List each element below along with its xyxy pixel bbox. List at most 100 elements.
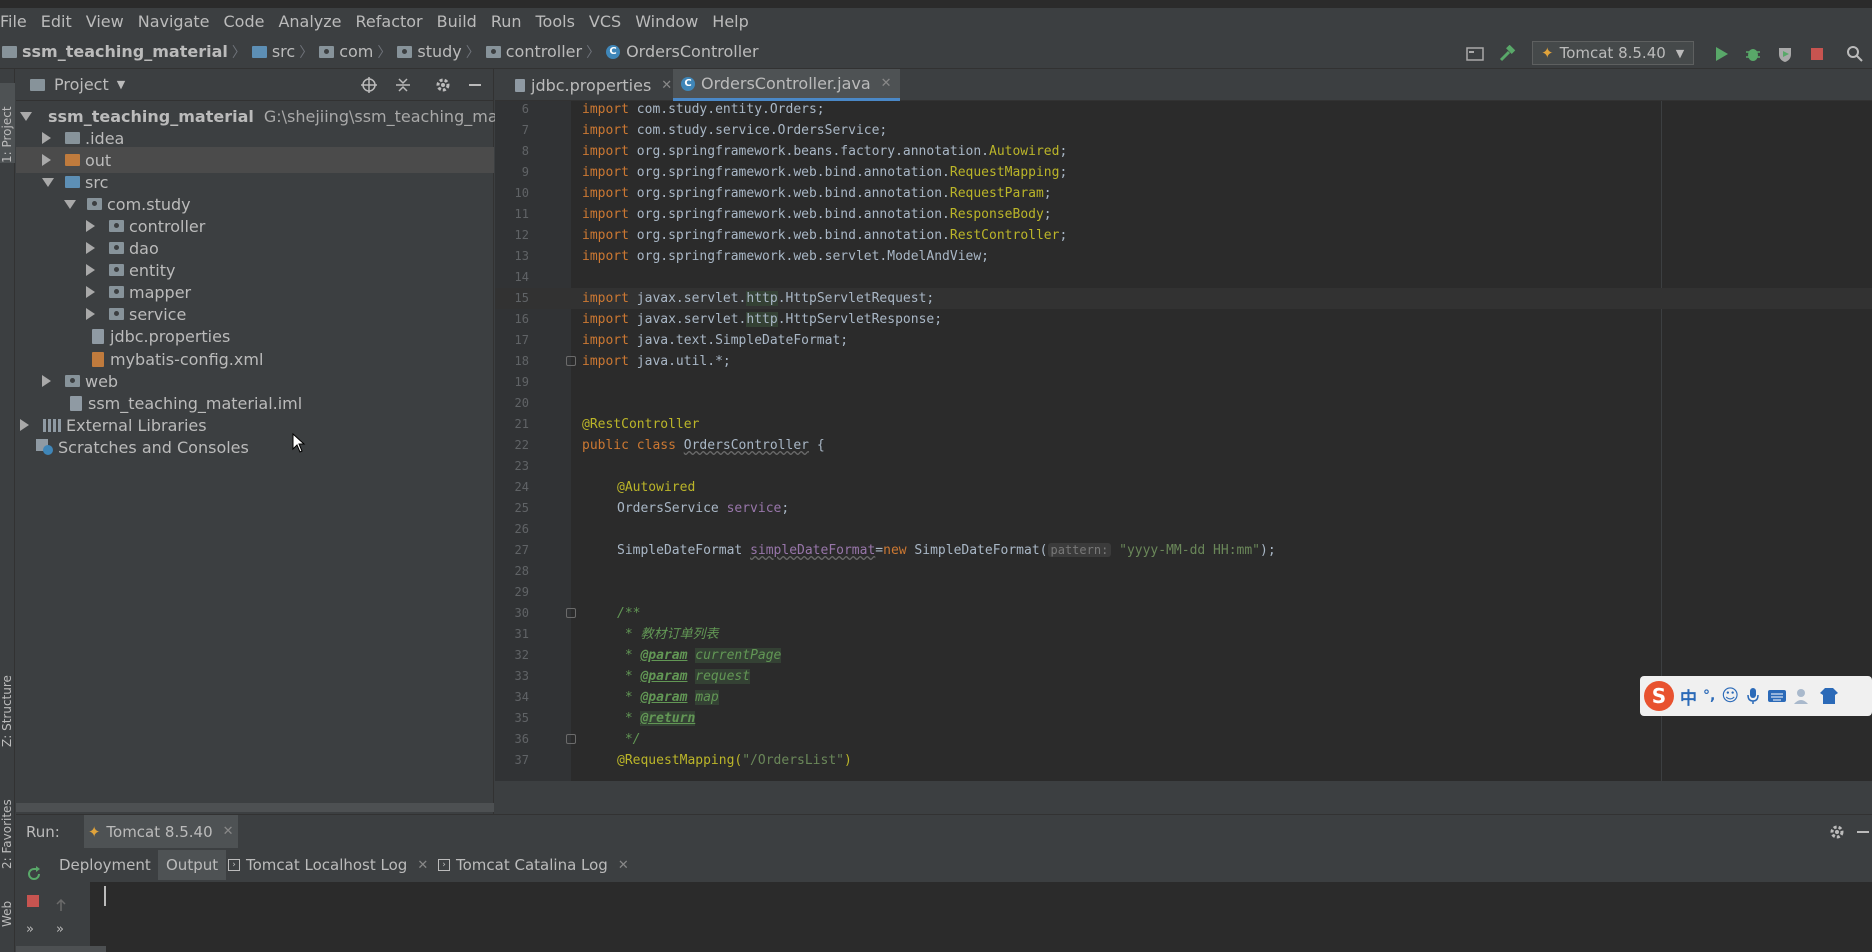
chevron-right-icon[interactable] bbox=[86, 220, 95, 232]
coverage-icon[interactable] bbox=[1776, 45, 1794, 63]
menu-navigate[interactable]: Navigate bbox=[131, 12, 217, 31]
chevron-right-icon[interactable] bbox=[86, 264, 95, 276]
chevron-down-icon: ▼ bbox=[1675, 46, 1685, 60]
chevron-down-icon[interactable] bbox=[20, 111, 32, 121]
project-view-select[interactable]: Project bbox=[54, 75, 109, 94]
code-line: 32 * @param currentPage bbox=[514, 648, 782, 663]
package-icon bbox=[397, 45, 413, 58]
tab-jdbc-properties[interactable]: jdbc.properties ✕ bbox=[507, 69, 680, 101]
chevron-right-icon[interactable] bbox=[42, 375, 51, 387]
module-folder-icon bbox=[2, 45, 17, 58]
collapse-all-icon[interactable] bbox=[394, 76, 412, 94]
code-line: 11 import org.springframework.web.bind.an… bbox=[514, 207, 1052, 222]
menu-vcs[interactable]: VCS bbox=[582, 12, 628, 31]
run-icon[interactable] bbox=[1712, 45, 1730, 63]
tab-favorites[interactable]: 2: Favorites bbox=[0, 759, 15, 869]
tab-output[interactable]: Output bbox=[158, 850, 227, 880]
tab-structure[interactable]: Z: Structure bbox=[0, 637, 15, 747]
run-configuration-select[interactable]: ✦ Tomcat 8.5.40 ▼ bbox=[1532, 41, 1694, 65]
code-line: 36 */ bbox=[514, 732, 641, 747]
gear-icon[interactable] bbox=[1828, 823, 1846, 841]
tab-project[interactable]: 1: Project bbox=[0, 83, 15, 163]
breadcrumb-item-orderscontroller[interactable]: C OrdersController bbox=[606, 42, 759, 61]
ime-mode-toggle[interactable]: 中 bbox=[1680, 684, 1697, 709]
ime-logo[interactable]: S bbox=[1644, 681, 1674, 711]
tab-web[interactable]: Web bbox=[0, 877, 15, 927]
log-icon: › bbox=[438, 859, 450, 871]
tree-item-scratches[interactable]: Scratches and Consoles bbox=[16, 434, 494, 460]
code-line-current: 15 import javax.servlet.http.HttpServletR… bbox=[495, 288, 1872, 309]
source-folder-icon bbox=[251, 45, 267, 58]
menu-analyze[interactable]: Analyze bbox=[271, 12, 348, 31]
build-hammer-icon[interactable] bbox=[1498, 45, 1516, 63]
close-icon[interactable]: ✕ bbox=[223, 824, 234, 839]
search-icon[interactable] bbox=[1846, 45, 1864, 63]
menu-edit[interactable]: Edit bbox=[34, 12, 79, 31]
run-subtabs: Deployment Output › Tomcat Localhost Log… bbox=[16, 848, 1872, 882]
chevron-right-icon[interactable] bbox=[20, 419, 29, 431]
code-line: 16 import javax.servlet.http.HttpServletR… bbox=[514, 312, 943, 327]
menu-view[interactable]: View bbox=[79, 12, 131, 31]
horizontal-scrollbar[interactable] bbox=[16, 946, 106, 952]
menu-run[interactable]: Run bbox=[484, 12, 529, 31]
breadcrumb-item-controller[interactable]: controller 〉 bbox=[485, 42, 606, 62]
close-icon[interactable]: ✕ bbox=[417, 858, 428, 873]
menu-window[interactable]: Window bbox=[628, 12, 705, 31]
fold-marker-icon[interactable] bbox=[566, 734, 576, 744]
fold-marker-icon[interactable] bbox=[566, 608, 576, 618]
skin-icon[interactable] bbox=[1819, 687, 1839, 705]
breadcrumb-item-src[interactable]: src 〉 bbox=[251, 42, 319, 62]
keyboard-icon[interactable] bbox=[1767, 688, 1787, 704]
hide-panel-icon[interactable] bbox=[1854, 823, 1872, 841]
ime-toolbar[interactable]: S 中 °, ☺ bbox=[1640, 676, 1872, 716]
more-icon[interactable]: » bbox=[26, 922, 34, 937]
menu-file[interactable]: File bbox=[0, 12, 34, 31]
menu-refactor[interactable]: Refactor bbox=[349, 12, 430, 31]
fold-marker-icon[interactable] bbox=[566, 356, 576, 366]
ime-punct-toggle[interactable]: °, bbox=[1703, 688, 1715, 704]
tab-orderscontroller[interactable]: C OrdersController.java ✕ bbox=[673, 69, 900, 101]
emoji-icon[interactable]: ☺ bbox=[1721, 686, 1739, 706]
debug-icon[interactable] bbox=[1744, 45, 1762, 63]
chevron-down-icon[interactable]: ▼ bbox=[117, 78, 125, 91]
chevron-right-icon[interactable] bbox=[42, 154, 51, 166]
chevron-right-icon[interactable] bbox=[86, 308, 95, 320]
tab-tomcat-localhost-log[interactable]: › Tomcat Localhost Log ✕ bbox=[220, 850, 436, 880]
code-line: 14 bbox=[514, 270, 529, 284]
horizontal-scrollbar[interactable] bbox=[16, 803, 494, 812]
window-title-strip bbox=[0, 0, 1872, 8]
source-folder-icon bbox=[65, 176, 80, 188]
menu-help[interactable]: Help bbox=[705, 12, 755, 31]
microphone-icon[interactable] bbox=[1745, 687, 1761, 705]
menu-code[interactable]: Code bbox=[217, 12, 272, 31]
tab-deployment[interactable]: Deployment bbox=[51, 850, 159, 880]
tab-run-tomcat[interactable]: ✦ Tomcat 8.5.40 ✕ bbox=[83, 814, 238, 849]
user-icon[interactable] bbox=[1793, 687, 1813, 705]
chevron-down-icon[interactable] bbox=[42, 177, 54, 187]
chevron-right-icon[interactable] bbox=[86, 286, 95, 298]
breadcrumb-item-study[interactable]: study 〉 bbox=[397, 42, 485, 62]
menu-tools[interactable]: Tools bbox=[529, 12, 582, 31]
layout-icon[interactable] bbox=[1466, 45, 1484, 63]
breadcrumb-item-com[interactable]: com 〉 bbox=[319, 42, 397, 62]
close-icon[interactable]: ✕ bbox=[618, 858, 629, 873]
close-icon[interactable]: ✕ bbox=[661, 78, 672, 93]
breadcrumb-item-project[interactable]: ssm_teaching_material 〉 bbox=[2, 42, 252, 62]
more-icon[interactable]: » bbox=[56, 922, 64, 937]
locate-icon[interactable] bbox=[360, 76, 378, 94]
close-icon[interactable]: ✕ bbox=[881, 76, 892, 91]
console-output[interactable] bbox=[90, 882, 1872, 952]
tab-tomcat-catalina-log[interactable]: › Tomcat Catalina Log ✕ bbox=[430, 850, 637, 880]
gear-icon[interactable] bbox=[434, 76, 452, 94]
chevron-right-icon[interactable] bbox=[42, 132, 51, 144]
chevron-down-icon[interactable] bbox=[64, 199, 76, 209]
stop-icon[interactable] bbox=[26, 894, 40, 908]
rerun-icon[interactable] bbox=[26, 866, 42, 882]
menu-build[interactable]: Build bbox=[430, 12, 484, 31]
stop-icon[interactable] bbox=[1808, 45, 1826, 63]
tomcat-icon: ✦ bbox=[1541, 44, 1554, 62]
scroll-up-icon[interactable] bbox=[54, 898, 68, 912]
project-icon bbox=[30, 78, 45, 91]
chevron-right-icon[interactable] bbox=[86, 242, 95, 254]
hide-panel-icon[interactable] bbox=[466, 76, 484, 94]
